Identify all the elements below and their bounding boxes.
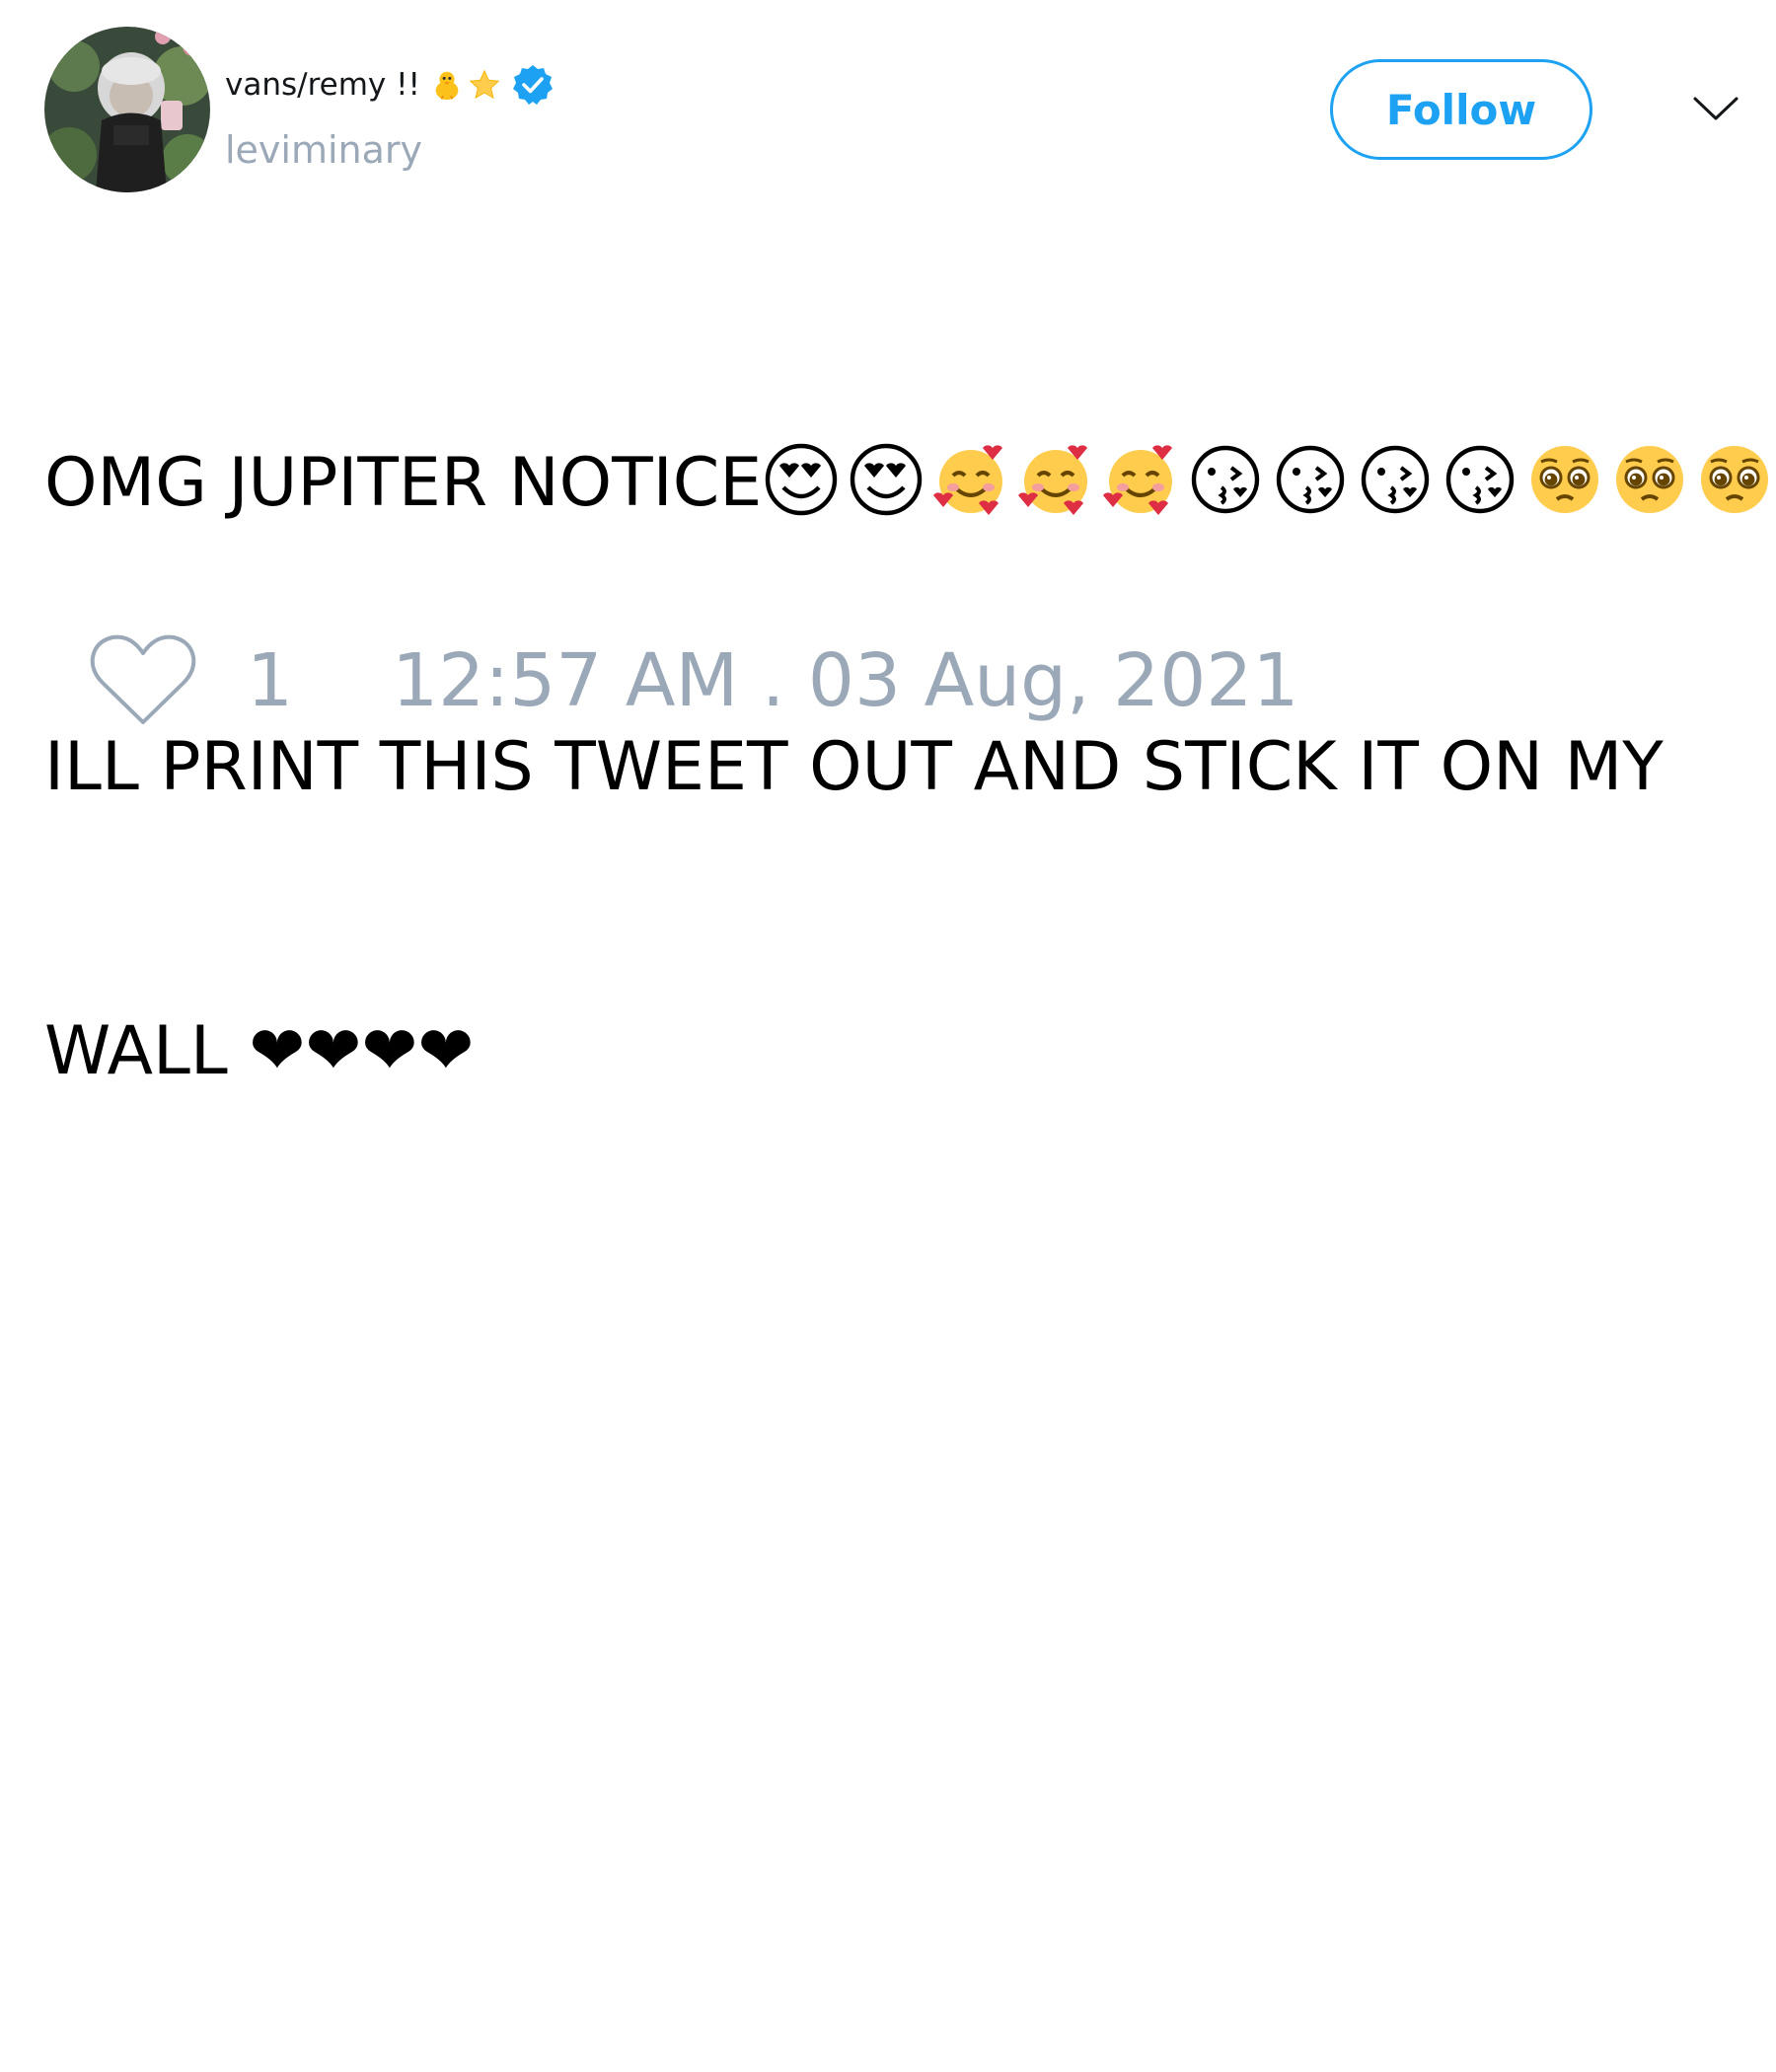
follow-button[interactable]: Follow: [1330, 59, 1592, 160]
avatar[interactable]: [44, 27, 210, 192]
baby-chick-emoji-icon: [430, 68, 464, 102]
tweet-timestamp[interactable]: 12:57 AM . 03 Aug, 2021: [392, 638, 1298, 723]
tweet-footer: 1 12:57 AM . 03 Aug, 2021: [89, 631, 1298, 730]
pleading-face-emoji-icon: [1610, 440, 1689, 519]
pleading-face-emoji-icon: [1695, 440, 1774, 519]
tweet-line-1-text: OMG JUPITER NOTICE: [44, 444, 763, 522]
smiling-face-with-hearts-emoji-icon: [931, 440, 1010, 519]
user-handle[interactable]: leviminary: [225, 128, 422, 172]
chevron-down-icon[interactable]: [1691, 89, 1740, 128]
avatar-image: [44, 27, 210, 192]
kissing-heart-emoji-icon: [1271, 440, 1350, 519]
pleading-face-emoji-icon: [1525, 440, 1604, 519]
tweet-line-1: OMG JUPITER NOTICE: [44, 436, 1769, 531]
kissing-heart-emoji-icon: [1186, 440, 1265, 519]
tweet-line-3: WALL ❤❤❤❤: [44, 1012, 475, 1090]
star-emoji-icon: [468, 68, 501, 102]
heart-eyes-emoji-icon: [847, 440, 925, 519]
kissing-heart-emoji-icon: [1356, 440, 1435, 519]
kissing-heart-emoji-icon: [1441, 440, 1519, 519]
like-count: 1: [247, 638, 294, 723]
tweet-line-2: ILL PRINT THIS TWEET OUT AND STICK IT ON…: [44, 728, 1664, 806]
verified-badge-icon: [511, 63, 555, 107]
smiling-face-with-hearts-emoji-icon: [1101, 440, 1180, 519]
heart-eyes-emoji-icon: [762, 440, 841, 519]
display-name[interactable]: vans/remy !!: [225, 67, 420, 103]
heart-outline-icon[interactable]: [89, 631, 197, 730]
display-name-row: vans/remy !!: [225, 63, 555, 107]
smiling-face-with-hearts-emoji-icon: [1016, 440, 1095, 519]
